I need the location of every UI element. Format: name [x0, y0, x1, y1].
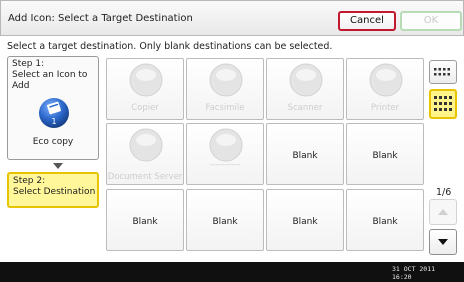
tile-blank[interactable]: Blank [266, 189, 344, 251]
large-grid-view-button[interactable] [429, 89, 457, 119]
small-grid-view-icon [434, 68, 450, 76]
copier-icon [129, 63, 163, 97]
document-server-icon [129, 128, 163, 162]
scanner-icon [289, 63, 323, 97]
tile-label: Facsimile [205, 103, 245, 113]
small-grid-view-button[interactable] [429, 60, 457, 84]
status-date: 31 OCT 2011 [392, 265, 436, 273]
step1-title: Step 1: [12, 59, 45, 69]
tile-label: Blank [292, 217, 318, 227]
eco-copy-label: Eco copy [32, 137, 74, 147]
tile-blank[interactable]: Blank [106, 189, 184, 251]
tile-label: Blank [132, 217, 158, 227]
step-arrow-icon [53, 163, 63, 169]
large-grid-view-icon [434, 96, 452, 111]
tile-label: ---------- [209, 160, 241, 170]
tile-scanner: Scanner [266, 58, 344, 120]
triangle-down-icon [438, 239, 448, 245]
step1-panel: Step 1: Select an Icon to Add 1 Eco copy [7, 56, 99, 160]
window-title: Add Icon: Select a Target Destination [8, 13, 193, 24]
facsimile-icon [209, 63, 243, 97]
tile-label: Scanner [287, 103, 323, 113]
tile-label: Blank [292, 151, 318, 161]
tile-document-server: Document Server [106, 123, 184, 185]
tile-copier: Copier [106, 58, 184, 120]
tile-printer: Printer [346, 58, 424, 120]
status-time: 16:20 [392, 273, 412, 281]
page-indicator: 1/6 [436, 187, 452, 198]
tile-blank[interactable]: Blank [266, 123, 344, 185]
step1-description: Select an Icon to Add [12, 70, 88, 91]
cancel-button[interactable]: Cancel [338, 11, 396, 31]
printer-icon [369, 63, 403, 97]
step2-title: Step 2: [13, 176, 46, 186]
tile-label: Document Server [107, 172, 183, 182]
generic-app-icon [209, 128, 243, 162]
tile-blank[interactable]: Blank [346, 189, 424, 251]
step2-description: Select Destination [13, 187, 96, 197]
instruction-text: Select a target destination. Only blank … [7, 41, 333, 52]
eco-copy-icon: 1 [39, 98, 69, 128]
scroll-down-button[interactable] [429, 229, 457, 255]
tile-generic-app: ---------- [186, 123, 264, 185]
triangle-up-icon [438, 209, 448, 215]
tile-blank[interactable]: Blank [346, 123, 424, 185]
tile-label: Blank [212, 217, 238, 227]
tile-label: Blank [372, 217, 398, 227]
tile-label: Blank [372, 151, 398, 161]
tile-label: Copier [131, 103, 159, 113]
scroll-up-button[interactable] [429, 199, 457, 225]
ok-button[interactable]: OK [400, 11, 462, 31]
tile-blank[interactable]: Blank [186, 189, 264, 251]
tile-label: Printer [370, 103, 400, 113]
tile-facsimile: Facsimile [186, 58, 264, 120]
step2-panel: Step 2: Select Destination [7, 172, 99, 208]
eco-copy-badge: 1 [51, 117, 56, 126]
